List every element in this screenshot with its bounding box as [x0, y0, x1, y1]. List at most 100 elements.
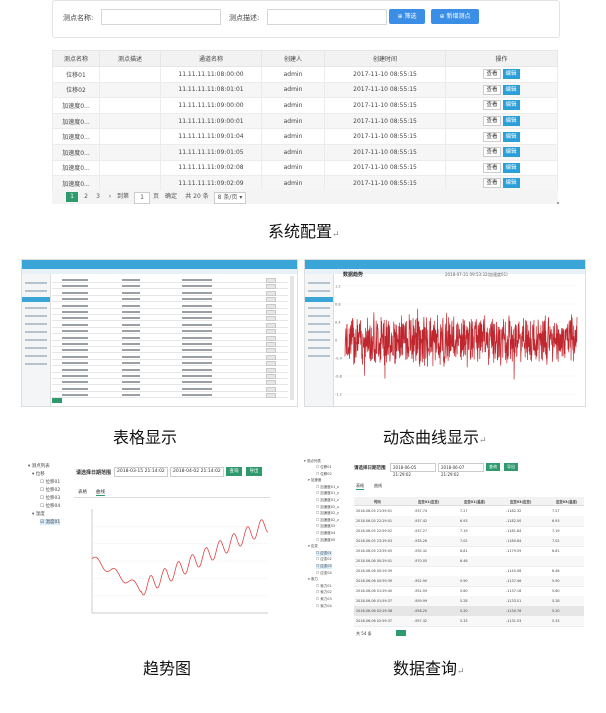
next-page-icon[interactable]: ›	[106, 192, 114, 202]
tree-item[interactable]: ☐ 应变02	[316, 557, 332, 562]
view-button[interactable]: 查看	[483, 100, 501, 111]
tree-item[interactable]: ☐ 加速度01_y	[316, 491, 339, 496]
tree-item[interactable]: ☐ 索力04	[316, 604, 332, 609]
export-button[interactable]: 导出	[246, 467, 262, 476]
goto-confirm-button[interactable]: 确定	[164, 192, 178, 202]
tree-item[interactable]: ☐ 索力01	[316, 584, 332, 589]
menu-item[interactable]	[308, 355, 330, 357]
tree-item[interactable]: ☐ 加速度01_z	[316, 498, 339, 503]
edit-button[interactable]: 编辑	[502, 69, 520, 80]
page-button-2[interactable]: 2	[82, 192, 90, 202]
view-button[interactable]: 查看	[483, 178, 501, 189]
menu-item[interactable]	[25, 307, 47, 309]
end-date-input[interactable]: 2018-06-07 21:29:02	[438, 463, 484, 477]
tree-group-temperature[interactable]: ▾ 温度	[32, 511, 45, 517]
tree-item[interactable]: ☐ 加速度05	[316, 538, 335, 543]
tree-group[interactable]: ▾ 索力	[308, 577, 318, 582]
export-button[interactable]: 导出	[504, 463, 518, 471]
tree-item[interactable]: ☐ 加速度03	[316, 524, 335, 529]
tab-curve[interactable]: 曲线	[374, 483, 382, 489]
view-button[interactable]	[266, 329, 276, 335]
table-scrollbar[interactable]	[290, 276, 294, 400]
tree-group[interactable]: ▾ 应变	[308, 544, 318, 549]
view-button[interactable]	[266, 380, 276, 386]
view-button[interactable]	[266, 335, 276, 341]
view-button[interactable]	[266, 278, 276, 283]
view-button[interactable]: 查看	[483, 116, 501, 127]
page-button-active[interactable]	[52, 398, 62, 403]
tree-item[interactable]: ☐ 加速度02_y	[316, 511, 339, 516]
menu-item[interactable]	[25, 363, 47, 365]
start-date-input[interactable]: 2018-06-05 21:29:02	[390, 463, 436, 477]
view-button[interactable]: 查看	[483, 69, 501, 80]
view-button[interactable]	[266, 367, 276, 373]
tab-curve[interactable]: 曲线	[96, 489, 105, 496]
tree-item[interactable]: ☐ 应变01	[316, 550, 332, 556]
tree-item[interactable]: ☐ 加速度01_x	[316, 485, 339, 490]
edit-button[interactable]: 编辑	[502, 84, 520, 95]
view-button[interactable]	[266, 348, 276, 354]
desc-filter-input[interactable]	[267, 9, 387, 25]
page-button-3[interactable]: 3	[94, 192, 102, 202]
menu-item[interactable]	[25, 290, 47, 292]
tree-item[interactable]: ☐ 位移02	[316, 472, 332, 477]
tree-item[interactable]: ☐ 加速度02_x	[316, 505, 339, 510]
menu-item[interactable]	[308, 315, 330, 317]
menu-item[interactable]	[308, 323, 330, 325]
view-button[interactable]	[266, 386, 276, 392]
tree-item[interactable]: ☐ 位移01	[40, 479, 60, 485]
view-button[interactable]: 查看	[483, 147, 501, 158]
tree-item[interactable]: ☐ 加速度02_z	[316, 518, 339, 523]
view-button[interactable]	[266, 374, 276, 379]
edit-button[interactable]: 编辑	[502, 147, 520, 158]
menu-item[interactable]	[308, 347, 330, 349]
edit-button[interactable]: 编辑	[502, 178, 520, 189]
edit-button[interactable]: 编辑	[502, 131, 520, 142]
menu-item[interactable]	[25, 347, 47, 349]
view-button[interactable]: 查看	[483, 162, 501, 173]
tree-item[interactable]: ☐ 位移04	[40, 503, 60, 509]
per-page-select[interactable]: 8 条/页 ▾	[214, 192, 246, 204]
menu-item-selected[interactable]	[305, 297, 333, 302]
query-button[interactable]: 查询	[226, 467, 242, 476]
view-button[interactable]	[266, 322, 276, 328]
menu-item[interactable]	[308, 339, 330, 341]
tree-item[interactable]: ☐ 加速度04	[316, 531, 335, 536]
view-button[interactable]	[266, 290, 276, 296]
view-button[interactable]	[266, 284, 276, 290]
name-filter-input[interactable]	[101, 9, 221, 25]
tab-table[interactable]: 表格	[356, 483, 364, 490]
tree-item[interactable]: ☐ 应变03	[316, 564, 332, 569]
view-button[interactable]: 查看	[483, 131, 501, 142]
tree-item[interactable]: ☐ 索力02	[316, 590, 332, 595]
menu-item[interactable]	[308, 331, 330, 333]
page-button-1[interactable]: 1	[66, 192, 78, 202]
view-button[interactable]	[266, 303, 276, 309]
view-button[interactable]	[266, 354, 276, 360]
menu-item[interactable]	[308, 282, 330, 284]
tree-root[interactable]: ▾ 测点列表	[304, 459, 321, 464]
menu-item-selected[interactable]	[22, 297, 50, 302]
menu-item[interactable]	[308, 290, 330, 292]
edit-button[interactable]: 编辑	[502, 116, 520, 127]
tree-item[interactable]: ☐ 位移01	[316, 465, 332, 470]
tree-group[interactable]: ▾ 加速度	[308, 478, 321, 483]
view-button[interactable]: 查看	[483, 84, 501, 95]
page-input[interactable]: 1	[134, 192, 150, 204]
view-button[interactable]	[266, 310, 276, 315]
view-button[interactable]	[266, 393, 276, 399]
menu-item[interactable]	[25, 282, 47, 284]
menu-item[interactable]	[25, 323, 47, 325]
menu-item[interactable]	[308, 307, 330, 309]
page-button-active[interactable]	[396, 630, 406, 636]
view-button[interactable]	[266, 316, 276, 322]
view-button[interactable]	[266, 361, 276, 367]
tree-root[interactable]: ▾ 测点列表	[28, 463, 50, 469]
view-button[interactable]	[266, 342, 276, 347]
end-date-input[interactable]: 2018-04-02 21:14:02	[170, 467, 224, 477]
menu-item[interactable]	[25, 315, 47, 317]
start-date-input[interactable]: 2018-03-15 21:14:02	[114, 467, 168, 477]
edit-button[interactable]: 编辑	[502, 100, 520, 111]
tree-group-displacement[interactable]: ▾ 位移	[32, 471, 45, 477]
tree-item[interactable]: ☐ 应变04	[316, 571, 332, 576]
